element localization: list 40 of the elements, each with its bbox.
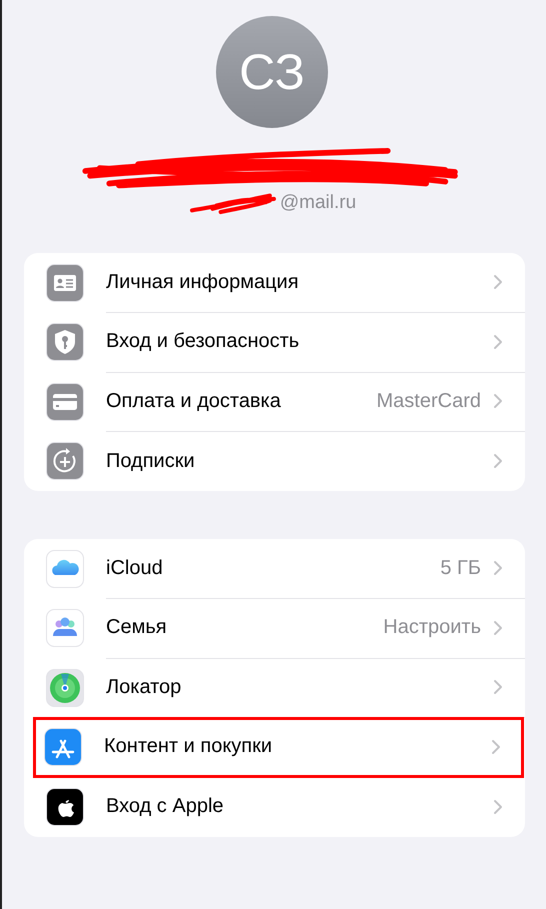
row-label: Локатор	[106, 676, 182, 699]
people-icon	[46, 609, 84, 648]
chevron-icon	[493, 453, 503, 470]
chevron-icon	[493, 798, 503, 815]
row-label: Семья	[106, 616, 168, 640]
settings-row[interactable]: Семья Настроить	[24, 598, 525, 658]
row-label: Контент и покупки	[104, 735, 274, 758]
settings-row[interactable]: iCloud 5 ГБ	[24, 539, 525, 598]
row-label: Вход и безопасность	[106, 330, 300, 354]
row-label: Оплата и доставка	[106, 390, 282, 413]
credit-card-icon	[46, 382, 84, 421]
chevron-icon	[493, 679, 503, 696]
app-store-icon	[44, 728, 82, 766]
settings-row[interactable]: Оплата и доставка MasterCard	[24, 372, 525, 432]
chevron-icon	[493, 274, 503, 290]
chevron-icon	[493, 620, 503, 636]
cloud-icon	[46, 550, 84, 588]
row-label: Вход с Apple	[106, 795, 225, 818]
chevron-icon	[491, 738, 501, 755]
apple-icon	[46, 788, 84, 826]
row-value: 5 ГБ	[440, 556, 481, 580]
chevron-icon	[493, 334, 503, 350]
settings-row[interactable]: Вход и безопасность	[24, 312, 525, 372]
chevron-icon	[493, 393, 503, 410]
row-value: MasterCard	[376, 390, 481, 413]
shield-key-icon	[46, 323, 84, 362]
settings-row[interactable]: Контент и покупки	[34, 718, 523, 777]
settings-row[interactable]: Подписки	[24, 432, 525, 491]
id-card-icon	[46, 264, 84, 302]
settings-row[interactable]: Личная информация	[24, 253, 525, 312]
chevron-icon	[493, 560, 503, 576]
settings-row[interactable]: Вход с Apple	[24, 777, 525, 836]
radar-icon	[46, 668, 84, 707]
circular-plus-icon	[46, 442, 84, 480]
settings-row[interactable]: Локатор	[24, 658, 525, 718]
row-label: Подписки	[106, 450, 196, 473]
row-label: Личная информация	[106, 270, 300, 294]
row-label: iCloud	[106, 556, 164, 580]
row-value: Настроить	[383, 616, 481, 640]
email-text: @mail.ru	[280, 192, 356, 214]
